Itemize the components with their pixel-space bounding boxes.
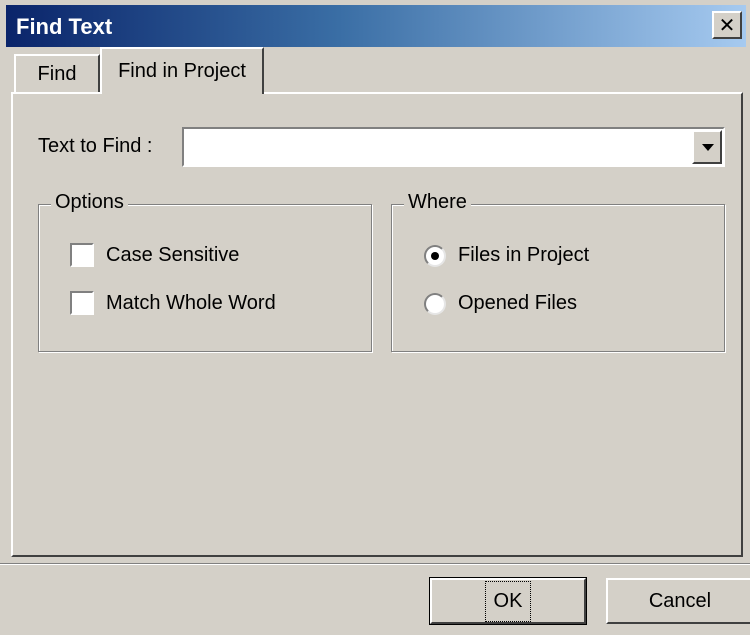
tab-find-label: Find <box>37 62 77 85</box>
options-group-title: Options <box>51 191 128 214</box>
files-in-project-radio[interactable] <box>424 244 446 267</box>
match-whole-word-option[interactable]: Match Whole Word <box>70 291 276 315</box>
opened-files-label: Opened Files <box>458 292 577 314</box>
cancel-button-label: Cancel <box>648 589 712 612</box>
tab-find-in-project-label: Find in Project <box>118 60 246 82</box>
title-bar[interactable]: Find Text ✕ <box>6 5 746 47</box>
options-group: Options Case Sensitive Match Whole Word <box>38 191 372 352</box>
opened-files-option[interactable]: Opened Files <box>424 292 577 315</box>
close-button[interactable]: ✕ <box>712 11 742 39</box>
tab-find-in-project[interactable]: Find in Project <box>100 47 264 94</box>
ok-button-label: OK <box>484 580 532 622</box>
find-text-dialog: Find Text ✕ Find Find in Project Text to… <box>0 0 750 635</box>
cancel-button[interactable]: Cancel <box>606 578 750 624</box>
files-in-project-label: Files in Project <box>458 244 590 266</box>
opened-files-radio[interactable] <box>424 292 446 315</box>
match-whole-word-checkbox[interactable] <box>70 291 94 315</box>
files-in-project-option[interactable]: Files in Project <box>424 244 589 267</box>
case-sensitive-checkbox[interactable] <box>70 243 94 267</box>
dropdown-arrow-icon[interactable] <box>692 130 722 164</box>
tab-find[interactable]: Find <box>14 54 100 92</box>
window-title: Find Text <box>16 14 113 39</box>
close-icon: ✕ <box>718 14 736 37</box>
case-sensitive-label: Case Sensitive <box>106 243 240 266</box>
where-group: Where Files in Project Opened Files <box>391 191 725 352</box>
case-sensitive-option[interactable]: Case Sensitive <box>70 243 239 267</box>
ok-button[interactable]: OK <box>429 577 587 625</box>
text-to-find-input[interactable] <box>186 131 690 163</box>
text-to-find-label: Text to Find : <box>38 135 153 157</box>
match-whole-word-label: Match Whole Word <box>106 291 276 314</box>
button-separator <box>0 563 750 565</box>
text-to-find-combobox[interactable] <box>182 127 725 167</box>
where-group-title: Where <box>404 191 471 214</box>
